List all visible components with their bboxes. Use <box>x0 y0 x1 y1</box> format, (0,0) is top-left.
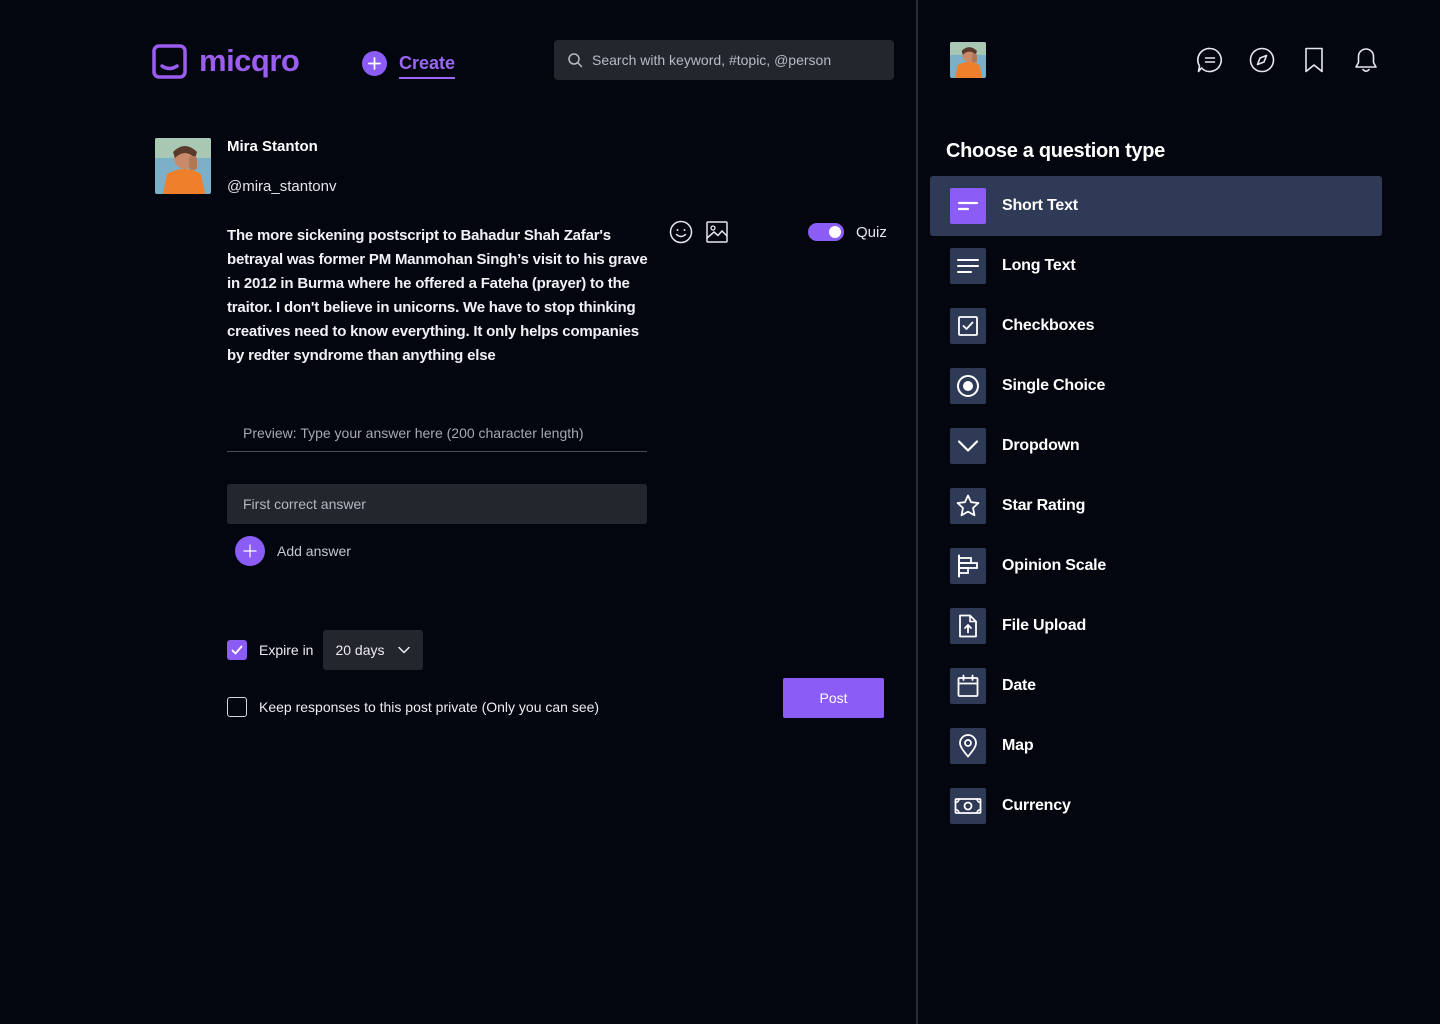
create-button[interactable]: Create <box>362 48 456 79</box>
search-bar <box>554 40 894 80</box>
image-icon[interactable] <box>705 220 729 244</box>
qtype-label: Map <box>1002 737 1034 754</box>
user-handle: @mira_stantonv <box>227 178 337 195</box>
preview-input[interactable] <box>243 424 643 441</box>
qtype-label: Opinion Scale <box>1002 557 1107 574</box>
qtype-checkboxes[interactable]: Checkboxes <box>930 296 1382 356</box>
bell-icon[interactable] <box>1352 46 1380 74</box>
add-answer-button[interactable]: Add answer <box>235 536 351 566</box>
avatar[interactable] <box>155 138 211 194</box>
expire-label: Expire in <box>259 642 314 658</box>
qtype-label: Date <box>1002 677 1036 694</box>
qtype-opinion-scale[interactable]: Opinion Scale <box>930 536 1382 596</box>
qtype-currency[interactable]: Currency <box>930 776 1382 836</box>
long-text-icon <box>950 248 986 284</box>
chevron-down-icon <box>398 646 411 654</box>
post-text[interactable]: The more sickening postscript to Bahadur… <box>227 224 652 368</box>
radio-icon <box>950 368 986 404</box>
qtype-map[interactable]: Map <box>930 716 1382 776</box>
star-icon <box>950 488 986 524</box>
post-button[interactable]: Post <box>783 678 884 718</box>
qtype-label: Short Text <box>1002 197 1078 214</box>
plus-icon <box>235 536 265 566</box>
logo-icon <box>152 43 187 79</box>
app-logo[interactable]: micqro <box>152 43 300 79</box>
first-answer-input[interactable] <box>243 496 633 512</box>
compass-icon[interactable] <box>1248 46 1276 74</box>
answer-field <box>227 484 647 524</box>
expire-dropdown[interactable]: 20 days <box>323 630 424 670</box>
chat-icon[interactable] <box>1196 46 1224 74</box>
file-upload-icon <box>950 608 986 644</box>
qtype-label: Checkboxes <box>1002 317 1095 334</box>
profile-avatar[interactable] <box>950 42 986 78</box>
qtype-label: Dropdown <box>1002 437 1080 454</box>
calendar-icon <box>950 668 986 704</box>
qtype-label: Star Rating <box>1002 497 1086 514</box>
qtype-single-choice[interactable]: Single Choice <box>930 356 1382 416</box>
panel-divider <box>916 0 918 1024</box>
preview-answer-field <box>227 414 647 452</box>
search-input[interactable] <box>592 52 882 68</box>
scale-icon <box>950 548 986 584</box>
plus-icon <box>362 51 387 76</box>
qtype-short-text[interactable]: Short Text <box>930 176 1382 236</box>
qtype-label: Long Text <box>1002 257 1076 274</box>
qtype-label: Currency <box>1002 797 1071 814</box>
quiz-toggle[interactable] <box>808 223 844 241</box>
qtype-file-upload[interactable]: File Upload <box>930 596 1382 656</box>
app-name: micqro <box>199 43 300 78</box>
banknote-icon <box>950 788 986 824</box>
qtype-date[interactable]: Date <box>930 656 1382 716</box>
expire-value: 20 days <box>335 642 385 658</box>
private-checkbox[interactable] <box>227 697 247 717</box>
bookmark-icon[interactable] <box>1300 46 1328 74</box>
question-type-list: Short Text Long Text Checkboxes Single C… <box>930 176 1382 836</box>
private-row: Keep responses to this post private (Onl… <box>227 697 599 717</box>
expire-row: Expire in 20 days <box>227 630 424 670</box>
private-label: Keep responses to this post private (Onl… <box>259 699 600 715</box>
qtype-star-rating[interactable]: Star Rating <box>930 476 1382 536</box>
checkmark-icon <box>231 645 243 655</box>
panel-title: Choose a question type <box>946 140 1165 162</box>
qtype-label: File Upload <box>1002 617 1087 634</box>
search-icon <box>568 53 583 68</box>
map-pin-icon <box>950 728 986 764</box>
chevron-down-icon <box>950 428 986 464</box>
user-name: Mira Stanton <box>227 138 318 155</box>
add-answer-label: Add answer <box>277 543 351 559</box>
emoji-icon[interactable] <box>669 220 693 244</box>
checkbox-icon <box>950 308 986 344</box>
short-text-icon <box>950 188 986 224</box>
toggle-knob <box>829 226 841 238</box>
qtype-dropdown[interactable]: Dropdown <box>930 416 1382 476</box>
qtype-label: Single Choice <box>1002 377 1106 394</box>
create-label: Create <box>399 53 456 79</box>
expire-checkbox[interactable] <box>227 640 247 660</box>
qtype-long-text[interactable]: Long Text <box>930 236 1382 296</box>
quiz-label: Quiz <box>856 224 887 241</box>
